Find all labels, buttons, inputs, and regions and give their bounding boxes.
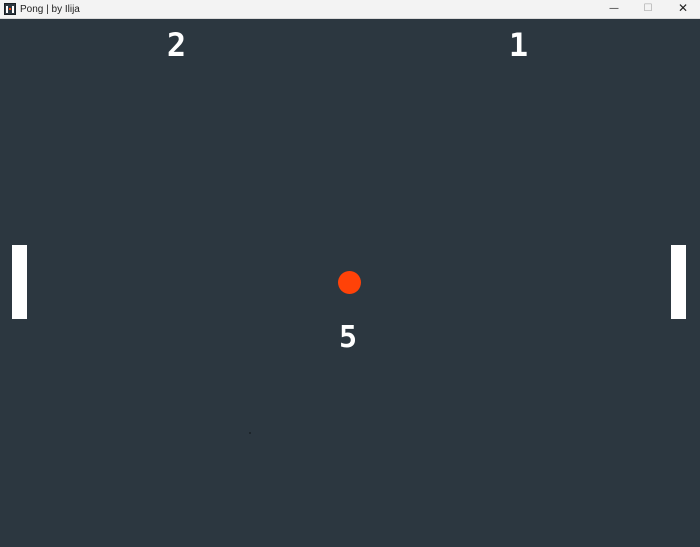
pong-app-icon [4, 3, 16, 15]
game-arena[interactable]: 2 1 5 [0, 19, 700, 547]
window-title: Pong | by Ilija [20, 4, 80, 15]
left-player-score: 2 [166, 26, 188, 64]
icon-left-paddle [6, 6, 8, 13]
close-button[interactable]: ✕ [666, 0, 700, 18]
icon-right-paddle [12, 6, 14, 13]
right-paddle [671, 245, 686, 319]
game-window: Pong | by Ilija — ☐ ✕ 2 1 5 [0, 0, 700, 547]
icon-ball [9, 8, 11, 10]
countdown-timer: 5 [338, 320, 358, 355]
right-player-score: 1 [508, 26, 530, 64]
background-speck [249, 432, 251, 434]
ball [338, 271, 361, 294]
maximize-button[interactable]: ☐ [631, 0, 665, 18]
left-paddle [12, 245, 27, 319]
title-bar[interactable]: Pong | by Ilija — ☐ ✕ [0, 0, 700, 19]
minimize-button[interactable]: — [597, 0, 631, 18]
